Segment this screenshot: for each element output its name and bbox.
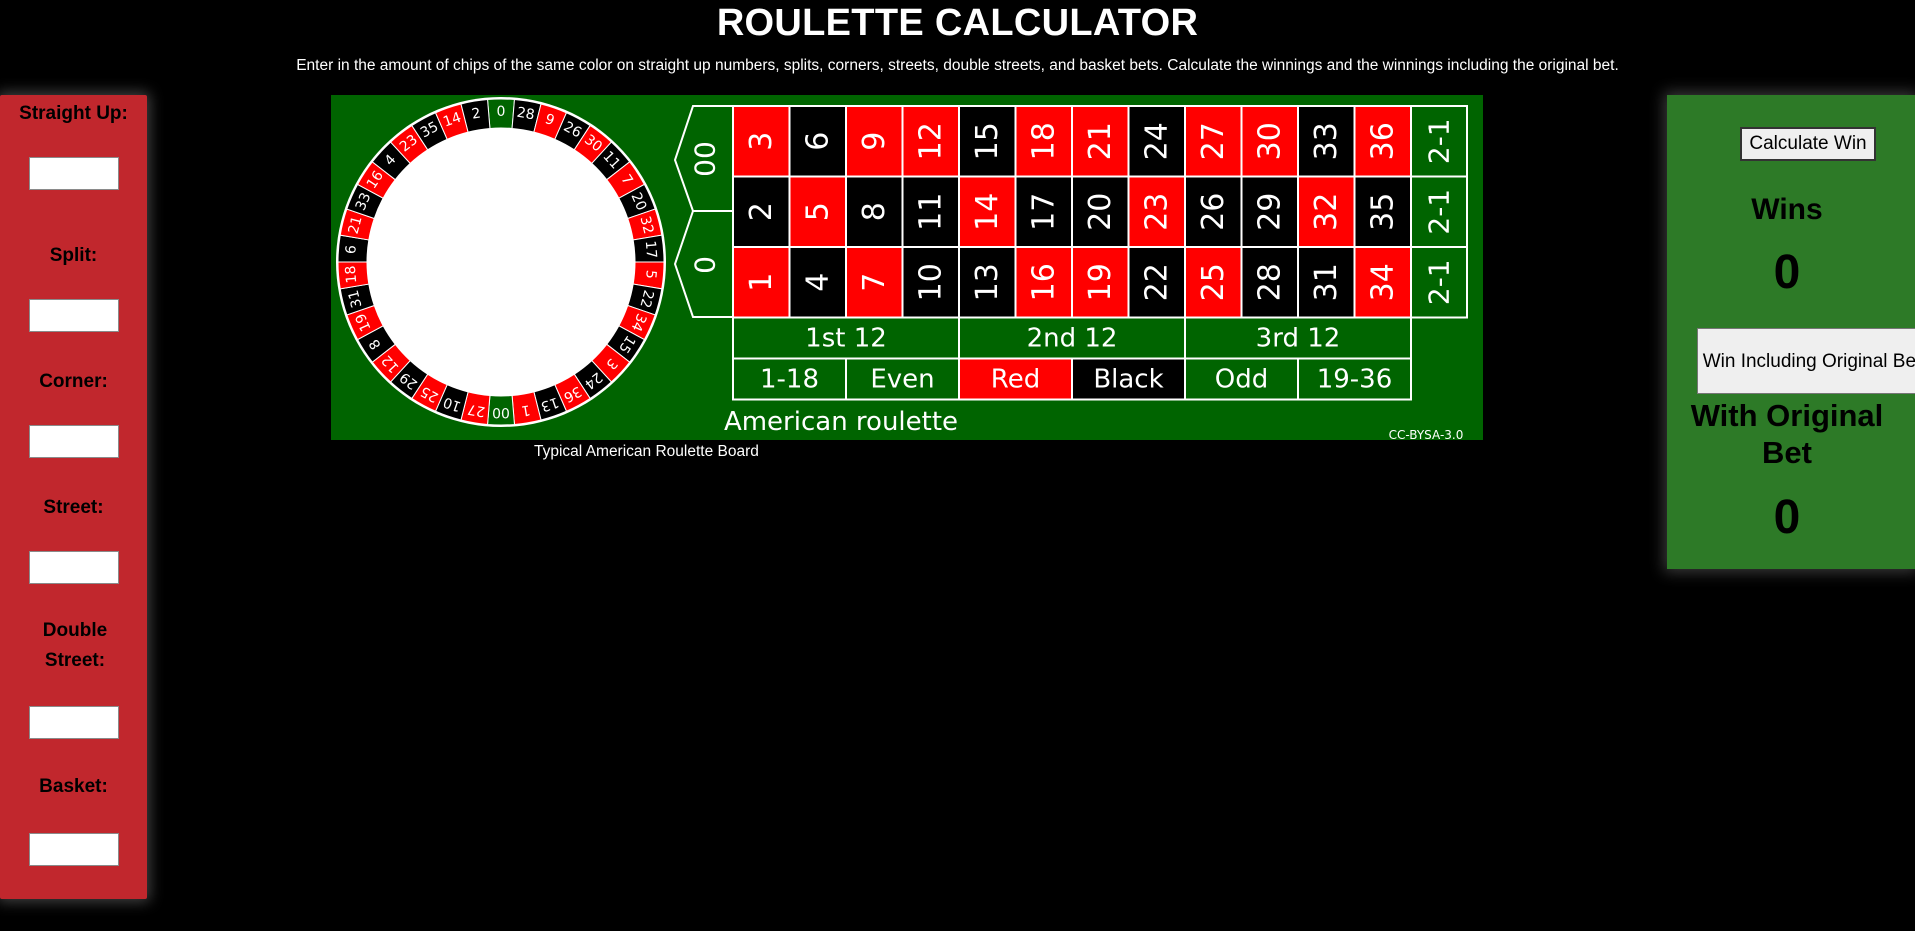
number-label-25: 25 [1196,263,1231,301]
wheel-number-6: 6 [343,244,360,254]
wheel-number-00: 00 [492,404,510,420]
number-label-32: 32 [1309,193,1344,231]
number-label-15: 15 [970,122,1005,160]
number-label-12: 12 [913,122,948,160]
wheel-number-28: 28 [516,105,536,124]
number-label-36: 36 [1365,122,1400,160]
number-label-26: 26 [1196,193,1231,231]
double-street-input[interactable] [29,706,119,739]
number-label-2: 2 [744,202,779,221]
outside-bet-label: Red [991,365,1040,395]
corner-input[interactable] [29,425,119,458]
basket-label: Basket: [39,776,108,797]
wheel-number-27: 27 [466,401,486,420]
number-label-14: 14 [970,193,1005,231]
number-label-3: 3 [744,132,779,151]
dozen-label: 2nd 12 [1027,324,1118,354]
number-label-34: 34 [1365,263,1400,301]
outside-bet-label: Odd [1215,365,1268,395]
wheel-number-18: 18 [343,265,360,284]
column-bet-label: 2-1 [1423,259,1456,305]
outside-bet-label: Even [870,365,934,395]
page-title: ROULETTE CALCULATOR [716,2,1199,44]
outside-bet-label: 19-36 [1317,365,1393,395]
number-label-4: 4 [800,273,835,292]
dozen-label: 1st 12 [805,324,887,354]
board-caption: Typical American Roulette Board [534,443,759,460]
number-label-19: 19 [1083,263,1118,301]
number-label-23: 23 [1139,193,1174,231]
license-label: CC-BYSA-3.0 [1389,428,1464,440]
outside-bet-label: 1-18 [760,365,819,395]
outside-bet-label: Black [1093,365,1163,395]
column-bet-label: 2-1 [1423,118,1456,164]
number-label-1: 1 [744,273,779,292]
number-label-8: 8 [857,202,892,221]
number-label-13: 13 [970,263,1005,301]
number-label-17: 17 [1026,193,1061,231]
number-label-21: 21 [1083,122,1118,160]
street-label: Street: [43,497,104,518]
straight-up-label: Straight Up: [19,103,128,124]
number-label-27: 27 [1196,122,1231,160]
split-label: Split: [49,245,98,266]
calculate-win-button[interactable]: Calculate Win [1740,127,1876,161]
wins-label: Wins [1751,193,1823,226]
number-label-22: 22 [1139,263,1174,301]
with-original-bet-value: 0 [1773,491,1801,544]
number-label-35: 35 [1365,193,1400,231]
corner-label: Corner: [39,371,108,392]
number-label-30: 30 [1252,122,1287,160]
column-bet-label: 2-1 [1423,189,1456,235]
number-label-10: 10 [913,263,948,301]
number-label-31: 31 [1309,263,1344,301]
double-street-label: Double Street: [42,620,108,671]
page-subtitle: Enter in the amount of chips of the same… [296,57,1619,74]
board-name-label: American roulette [724,407,958,437]
number-label-28: 28 [1252,263,1287,301]
wheel-center [367,128,635,396]
number-label-11: 11 [913,193,948,231]
number-label-6: 6 [800,132,835,151]
wheel-number-17: 17 [642,240,659,259]
roulette-board-image: 3 6 9 12 15 18 21 24 27 30 33 36 2 5 8 11 14 17 20 23 26 29 32… [331,95,1483,440]
wheel-number-0: 0 [497,104,506,120]
street-input[interactable] [29,551,119,584]
number-label-9: 9 [857,132,892,151]
split-input[interactable] [29,299,119,332]
dozen-label: 3rd 12 [1256,324,1341,354]
basket-input[interactable] [29,833,119,866]
zero-label-0: 0 [689,256,722,274]
number-label-5: 5 [800,202,835,221]
bet-input-panel: Straight Up: Split: Corner: Street: Doub… [0,95,147,899]
with-original-bet-label: With Original Bet [1690,398,1884,470]
number-label-16: 16 [1026,263,1061,301]
number-label-20: 20 [1083,193,1118,231]
straight-up-input[interactable] [29,157,119,190]
number-label-7: 7 [857,273,892,292]
wins-value: 0 [1773,246,1801,299]
number-label-18: 18 [1026,122,1061,160]
number-label-29: 29 [1252,193,1287,231]
wheel-number-5: 5 [642,269,659,279]
number-label-33: 33 [1309,122,1344,160]
win-including-original-bet-button[interactable]: Win Including Original Bet [1697,328,1915,394]
number-label-24: 24 [1139,122,1174,160]
zero-label-00: 00 [689,141,722,177]
results-panel: Calculate Win Wins 0 Win Including Origi… [1667,95,1915,569]
